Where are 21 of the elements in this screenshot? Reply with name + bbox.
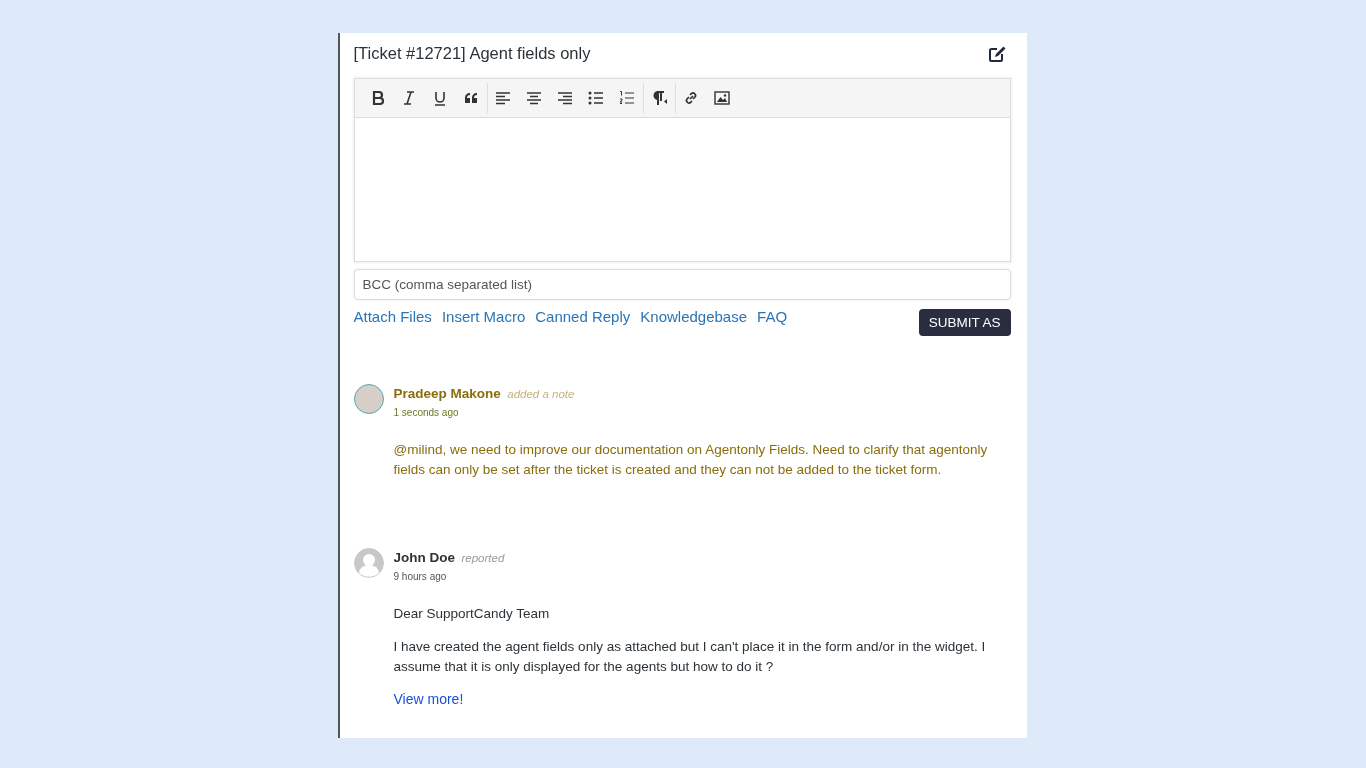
ticket-title: [Ticket #12721] Agent fields only xyxy=(353,43,591,63)
bcc-input-field[interactable]: BCC (comma separated list) xyxy=(353,269,1011,300)
author-name: John Doe xyxy=(393,550,455,565)
avatar-photo-placeholder xyxy=(353,384,384,414)
thread-action: added a note xyxy=(507,388,575,400)
thread-time: 1 seconds ago xyxy=(393,407,460,418)
view-more-link[interactable]: View more! xyxy=(393,691,464,707)
message-paragraph: I have created the agent fields only as attached but I can't place it in the form and/or in the widget. I assume that it is only displayed for the agents but how to do it ? xyxy=(393,638,987,676)
action-link[interactable]: Canned Reply xyxy=(535,308,631,325)
action-link[interactable]: Attach Files xyxy=(353,308,432,325)
action-link[interactable]: Knowledgebase xyxy=(640,308,748,325)
action-link[interactable]: Insert Macro xyxy=(441,308,526,325)
avatar-silhouette-icon xyxy=(353,548,384,578)
thread-action: reported xyxy=(461,552,505,564)
message-paragraph: @milind, we need to improve our documentation on Agentonly Fields. Need to clarify that agentonly fields can only be set after the ticket is created and they can not be added to the ticket form. xyxy=(393,441,989,479)
author-name: Pradeep Makone xyxy=(393,386,501,401)
edit-icon[interactable] xyxy=(988,44,1007,62)
thread-time: 9 hours ago xyxy=(393,571,448,582)
message-paragraph: Dear SupportCandy Team xyxy=(393,605,551,623)
submit-button[interactable]: SUBMIT AS xyxy=(918,309,1011,336)
action-link[interactable]: FAQ xyxy=(757,308,788,325)
